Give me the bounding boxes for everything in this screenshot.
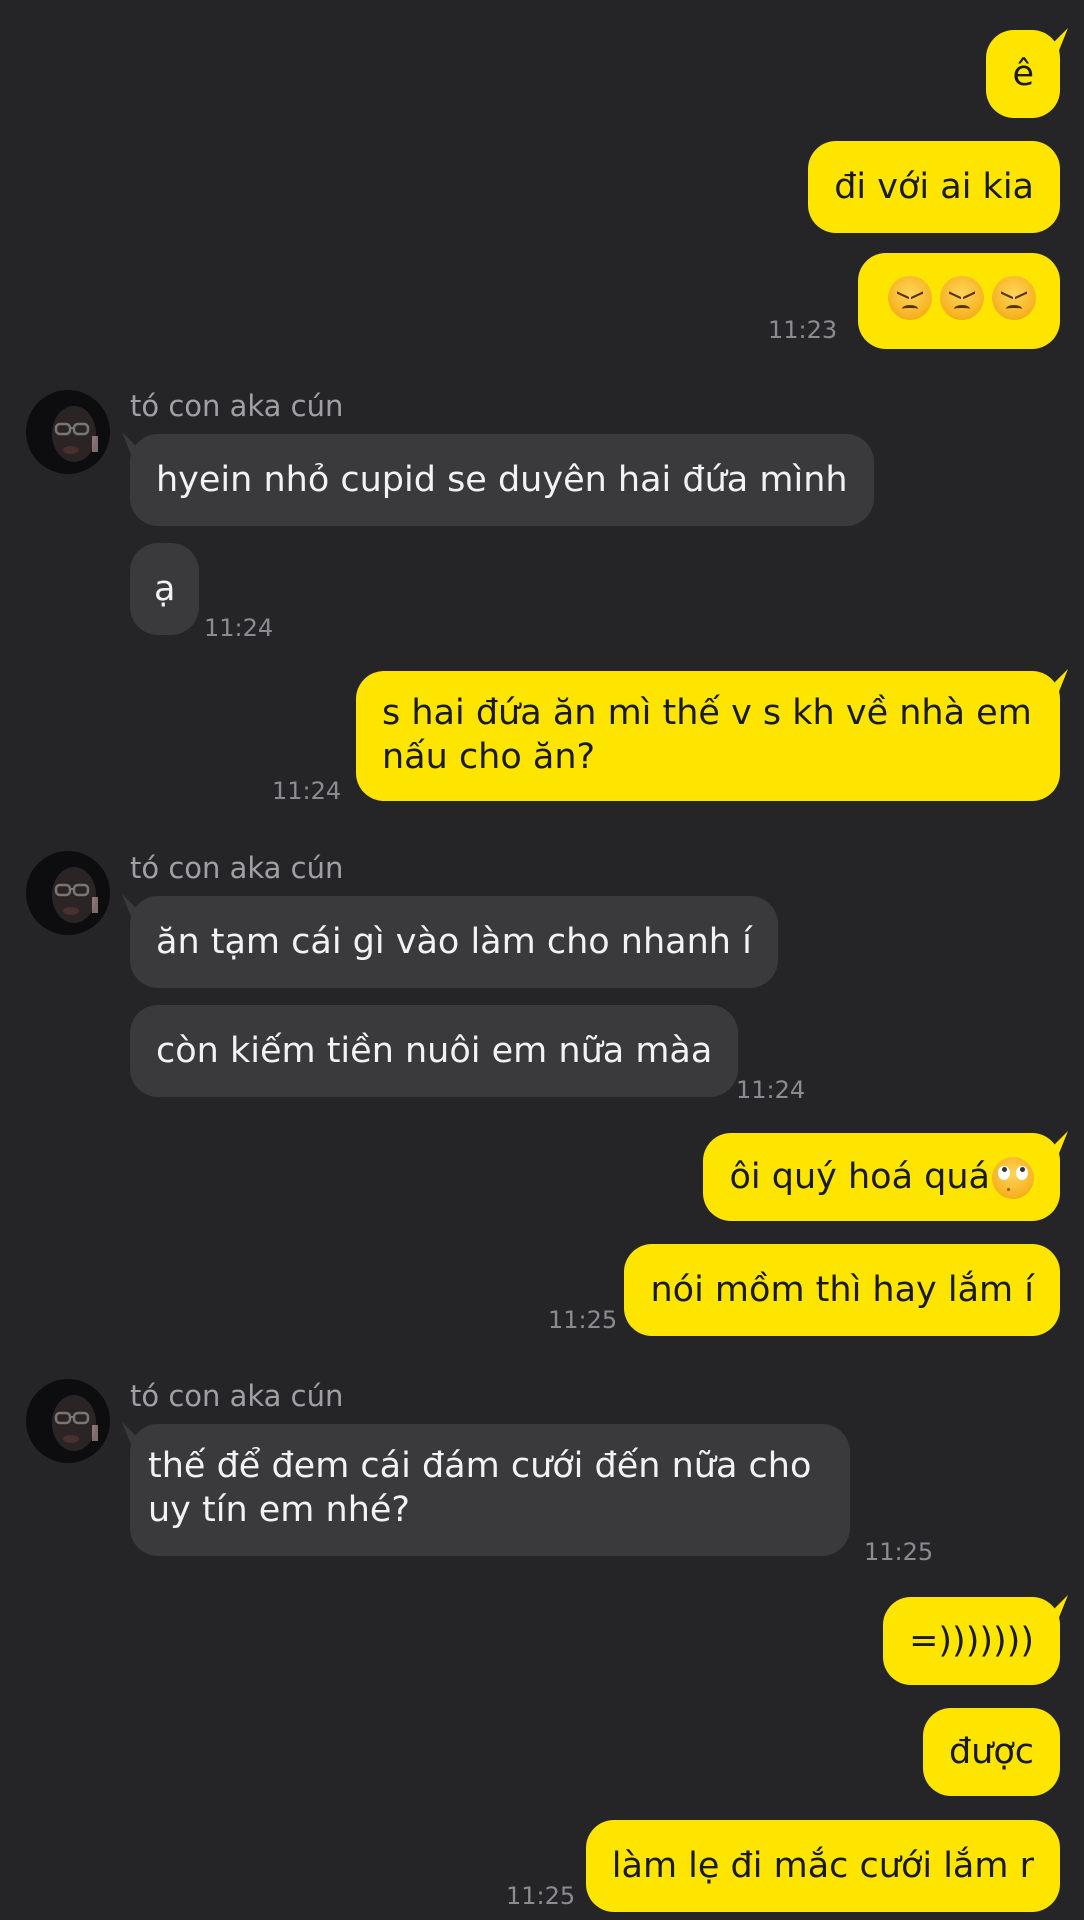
angry-face-emoji-icon <box>992 276 1036 320</box>
outgoing-message[interactable]: đi với ai kia <box>808 141 1060 233</box>
message-text: ê <box>1012 54 1034 94</box>
timestamp: 11:25 <box>864 1538 934 1566</box>
contact-avatar[interactable] <box>26 1379 110 1463</box>
incoming-message[interactable]: ạ <box>130 543 200 635</box>
message-text: ạ <box>154 569 176 609</box>
message-text: ăn tạm cái gì vào làm cho nhanh í <box>156 922 752 962</box>
incoming-message[interactable]: còn kiếm tiền nuôi em nữa màa <box>130 1005 739 1097</box>
contact-avatar[interactable] <box>26 390 110 474</box>
outgoing-message[interactable]: ôi quý hoá quá <box>703 1133 1060 1221</box>
incoming-message[interactable]: hyein nhỏ cupid se duyên hai đứa mình <box>130 434 874 526</box>
timestamp: 11:25 <box>548 1306 618 1334</box>
outgoing-message[interactable]: =))))))) <box>883 1597 1060 1685</box>
incoming-message[interactable]: thế để đem cái đám cưới đến nữa cho uy t… <box>130 1424 850 1556</box>
angry-face-emoji-icon <box>888 276 932 320</box>
outgoing-message[interactable]: được <box>922 1708 1060 1796</box>
message-text: hyein nhỏ cupid se duyên hai đứa mình <box>156 460 848 500</box>
sender-name: tó con aka cún <box>130 851 344 885</box>
message-text: =))))))) <box>909 1621 1034 1661</box>
outgoing-message[interactable]: làm lẹ đi mắc cưới lắm r <box>585 1820 1060 1912</box>
message-text: còn kiếm tiền nuôi em nữa màa <box>156 1031 713 1071</box>
timestamp: 11:24 <box>204 614 274 642</box>
contact-avatar[interactable] <box>26 851 110 935</box>
timestamp: 11:25 <box>506 1882 576 1910</box>
message-text: được <box>948 1732 1034 1772</box>
sender-name: tó con aka cún <box>130 1379 344 1413</box>
face-with-rolling-eyes-emoji-icon <box>992 1157 1034 1199</box>
timestamp: 11:24 <box>272 777 342 805</box>
outgoing-message[interactable]: ê <box>986 30 1060 118</box>
message-text: s hai đứa ăn mì thế v s kh về nhà em nấu… <box>382 693 1032 777</box>
timestamp: 11:23 <box>768 316 838 344</box>
message-text: nói mồm thì hay lắm í <box>650 1270 1034 1310</box>
message-text: đi với ai kia <box>834 167 1034 207</box>
message-text: thế để đem cái đám cưới đến nữa cho uy t… <box>148 1446 812 1530</box>
outgoing-message[interactable]: s hai đứa ăn mì thế v s kh về nhà em nấu… <box>356 671 1060 801</box>
incoming-message[interactable]: ăn tạm cái gì vào làm cho nhanh í <box>130 896 778 988</box>
outgoing-message[interactable]: nói mồm thì hay lắm í <box>624 1244 1060 1336</box>
message-text: làm lẹ đi mắc cưới lắm r <box>611 1846 1034 1886</box>
sender-name: tó con aka cún <box>130 389 344 423</box>
timestamp: 11:24 <box>736 1076 806 1104</box>
angry-face-emoji-icon <box>940 276 984 320</box>
outgoing-message[interactable] <box>858 253 1060 349</box>
message-text: ôi quý hoá quá <box>729 1157 990 1197</box>
